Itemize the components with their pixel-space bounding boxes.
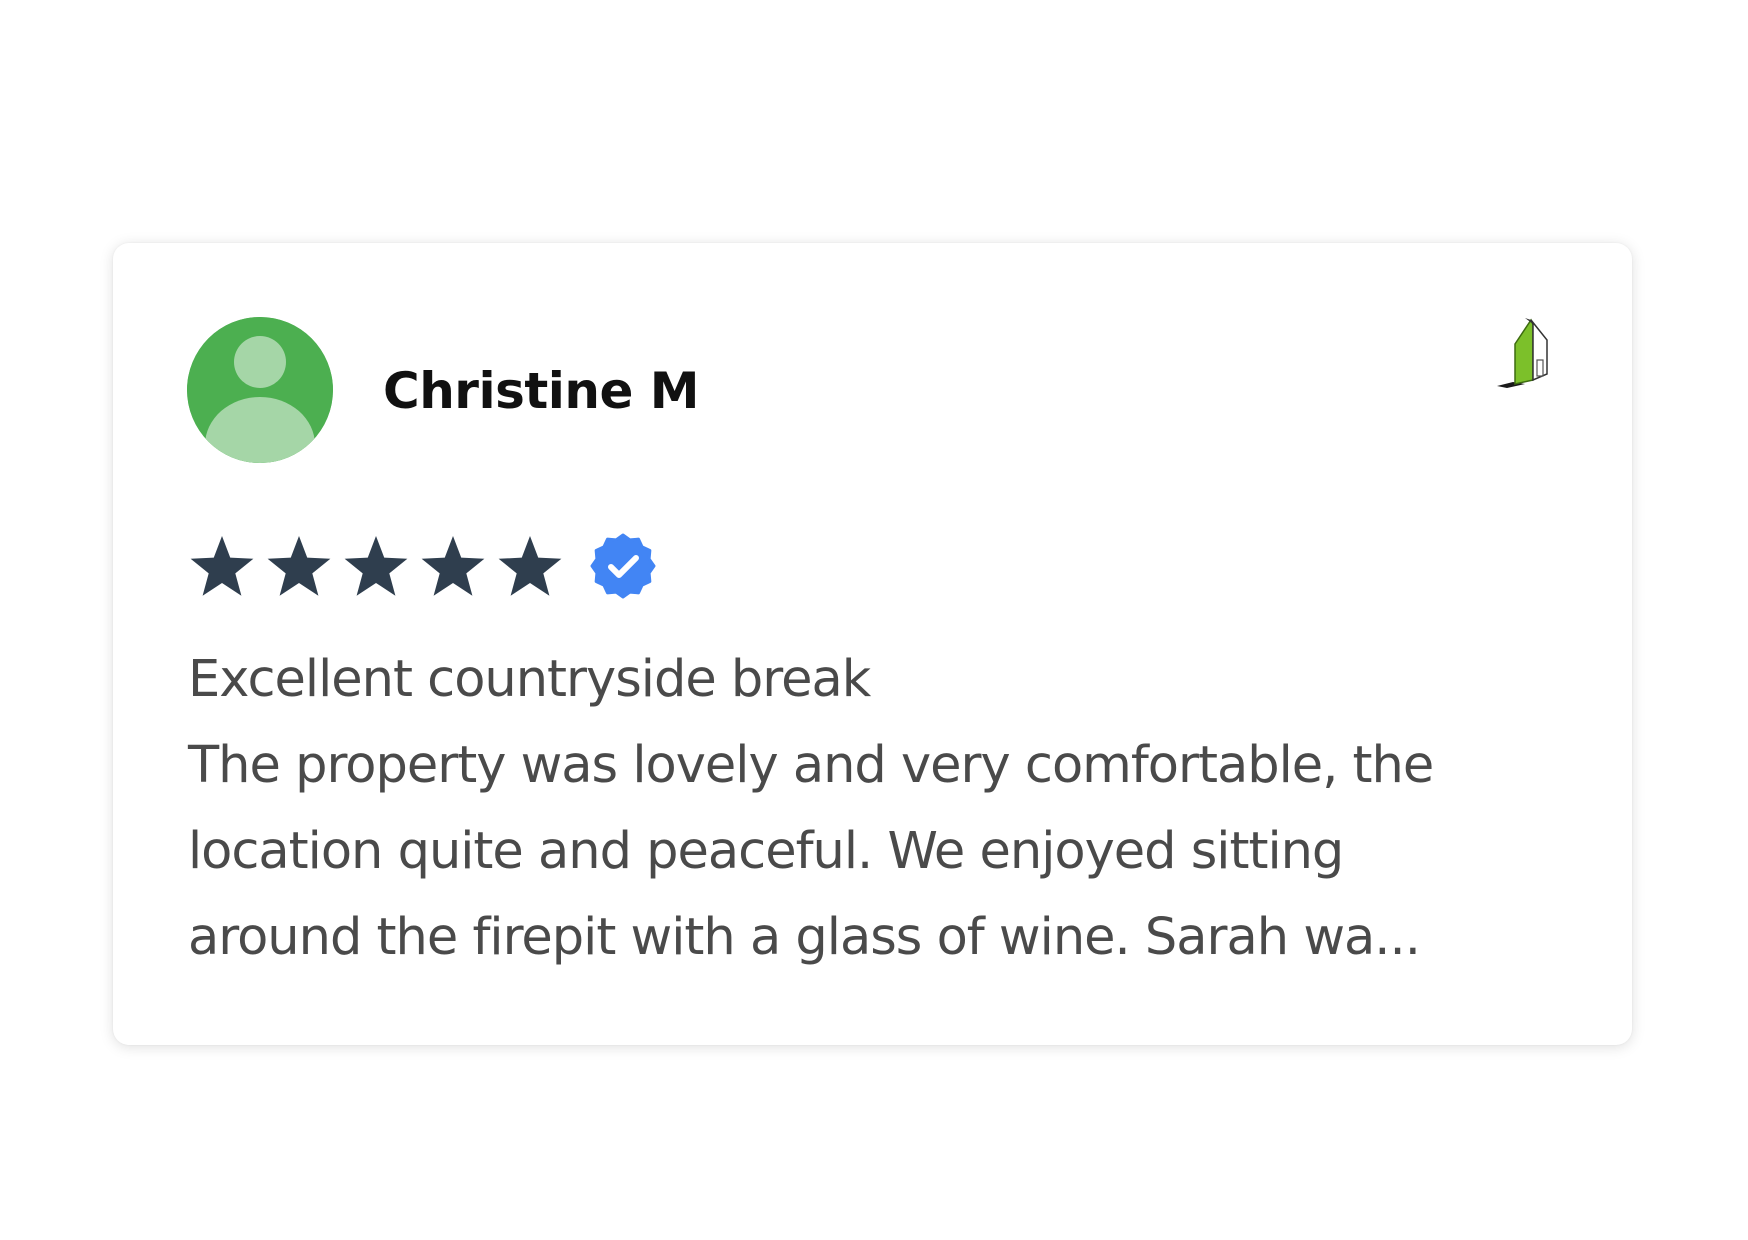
review-card[interactable]: Christine M Excellent countryside break … bbox=[113, 243, 1632, 1045]
review-body-line: location quite and peaceful. We enjoyed … bbox=[188, 822, 1344, 881]
verified-badge-icon bbox=[590, 533, 656, 599]
star-icon bbox=[498, 536, 562, 596]
review-title: Excellent countryside break bbox=[188, 650, 871, 709]
stars bbox=[187, 531, 572, 601]
review-body: The property was lovely and very comfort… bbox=[188, 723, 1588, 981]
review-body-line: around the firepit with a glass of wine.… bbox=[188, 908, 1421, 967]
star-icon bbox=[344, 536, 408, 596]
star-icon bbox=[267, 536, 331, 596]
review-body-line: The property was lovely and very comfort… bbox=[188, 736, 1434, 795]
reviewer-name: Christine M bbox=[383, 362, 700, 420]
star-icon bbox=[190, 536, 254, 596]
star-rating bbox=[187, 528, 658, 604]
reviewer-avatar bbox=[187, 317, 333, 463]
person-placeholder-icon bbox=[187, 317, 333, 463]
house-logo-icon[interactable] bbox=[1493, 314, 1573, 394]
star-icon bbox=[421, 536, 485, 596]
